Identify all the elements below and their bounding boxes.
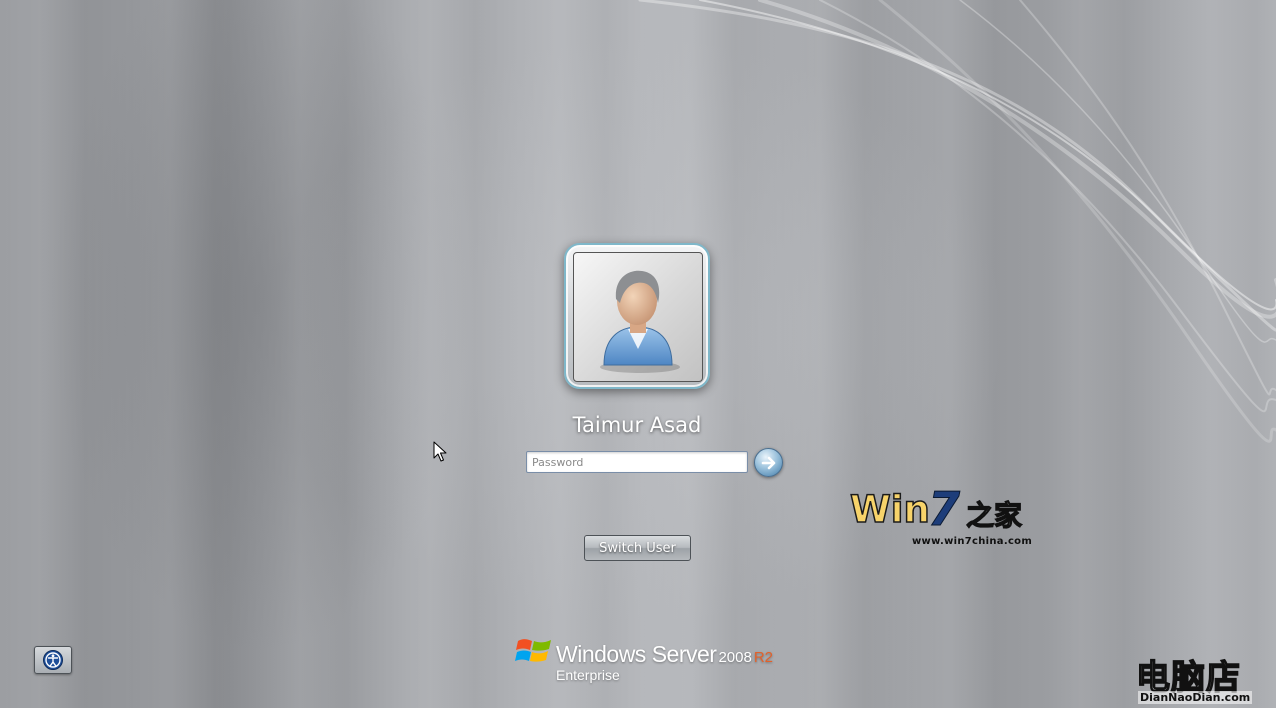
username-label: Taimur Asad [572, 413, 702, 437]
user-avatar-frame [573, 252, 703, 382]
product-edition: Enterprise [556, 667, 620, 683]
ease-of-access-icon [43, 650, 63, 670]
watermark-cjk-text: 之家 [965, 498, 1023, 532]
switch-user-button[interactable]: Switch User [584, 535, 691, 561]
product-name: Windows Server 2008 R2 [556, 641, 773, 668]
user-tile[interactable] [564, 243, 710, 389]
dnd-url: DianNaoDian.com [1138, 691, 1253, 704]
submit-login-button[interactable] [754, 448, 783, 477]
ease-of-access-button[interactable] [34, 646, 72, 674]
product-version: 2008 [718, 649, 752, 666]
watermark-seven-text: 7 [927, 482, 961, 537]
user-avatar-icon [600, 270, 680, 373]
diannaodian-watermark: 电脑店 DianNaoDian.com [1134, 650, 1274, 706]
win7china-watermark: Win 7 之家 www.win7china.com [849, 482, 1050, 554]
mouse-pointer-icon [433, 441, 447, 462]
product-release: R2 [753, 649, 773, 666]
password-input[interactable] [526, 451, 748, 473]
product-title: Windows Server [556, 641, 717, 667]
watermark-url: www.win7china.com [912, 536, 1033, 547]
windows-server-branding: Windows Server 2008 R2 Enterprise [515, 633, 775, 689]
arrow-right-icon [761, 456, 775, 469]
watermark-win-text: Win [849, 487, 930, 532]
windows-flag-icon [515, 639, 551, 662]
